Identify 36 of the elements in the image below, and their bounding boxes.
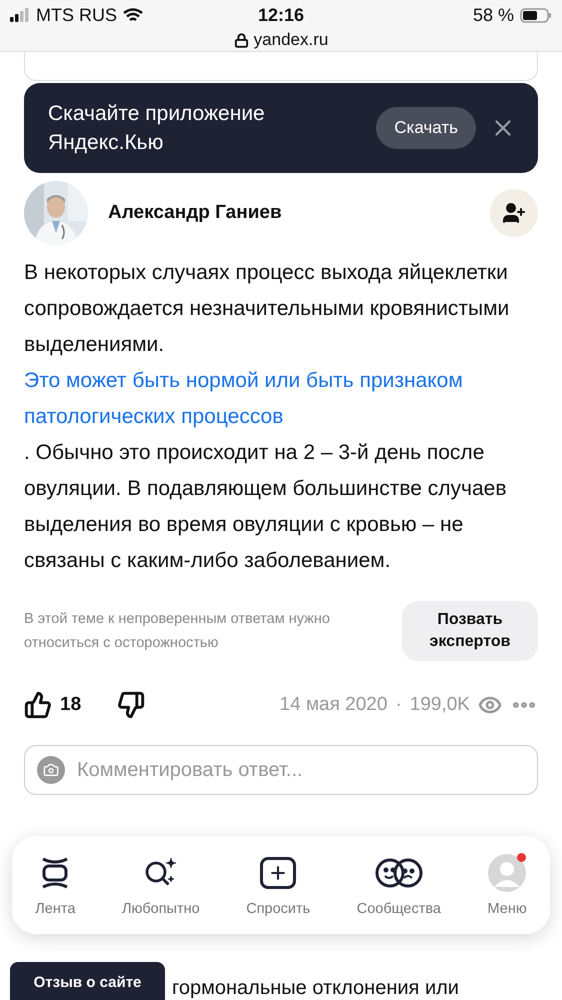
page-url: yandex.ru — [254, 30, 328, 50]
signal-icon — [10, 8, 30, 22]
thumbs-up-icon[interactable] — [24, 691, 52, 719]
answer-date: 14 мая 2020 — [280, 694, 388, 716]
camera-icon — [37, 756, 65, 784]
download-button[interactable]: Скачать — [376, 107, 476, 149]
nav-item[interactable]: Любопытно — [122, 853, 200, 917]
thumbs-down-icon[interactable] — [117, 691, 146, 719]
battery-percent: 58 % — [472, 4, 514, 26]
nav-item[interactable]: Меню — [488, 853, 527, 917]
add-user-icon — [502, 201, 526, 225]
like-count: 18 — [60, 694, 82, 716]
nav-item[interactable]: Лента — [35, 853, 76, 917]
view-count: 199,0K — [410, 694, 470, 716]
comment-field[interactable]: Комментировать ответ... — [24, 745, 538, 795]
battery-icon — [520, 8, 552, 22]
faces-icon — [374, 857, 424, 889]
answer-text: В некоторых случаях процесс выхода яйцеклетки сопровождается незначительными кровянистыми выделениями. Это может быть нормой или быть признаком патологических процессов . Обычно это происходит на 2 – 3-й день после овуляции. В подавляющем большинстве случаев выделения во время овуляции с кровью – не связаны с каким-либо заболеванием. — [24, 255, 532, 579]
feedback-button[interactable]: Отзыв о сайте — [10, 962, 165, 1000]
follow-button[interactable] — [490, 189, 538, 237]
nav-item[interactable]: Спросить — [246, 853, 310, 917]
text-link[interactable]: Это может быть нормой или быть признаком патологических процессов — [24, 363, 532, 435]
avatar-icon — [488, 854, 526, 892]
banner-title: Скачайте приложение Яндекс.Кью — [48, 101, 266, 156]
plus-square-icon — [260, 857, 296, 889]
lock-icon — [234, 32, 249, 48]
call-experts-button[interactable]: Позвать экспертов — [402, 601, 538, 661]
caution-note: В этой теме к непроверенным ответам нужно относиться с осторожностью — [24, 610, 331, 653]
separator-dot: · — [395, 694, 402, 716]
answer-text: гормональные отклонения или — [172, 976, 460, 1000]
author-name: Александр Ганиев — [108, 202, 283, 224]
carrier-name: MTS RUS — [36, 4, 117, 26]
clock-time: 12:16 — [258, 4, 304, 26]
feed-icon — [40, 857, 70, 889]
wifi-icon — [123, 8, 143, 22]
nav-item[interactable]: Сообщества — [356, 853, 441, 917]
